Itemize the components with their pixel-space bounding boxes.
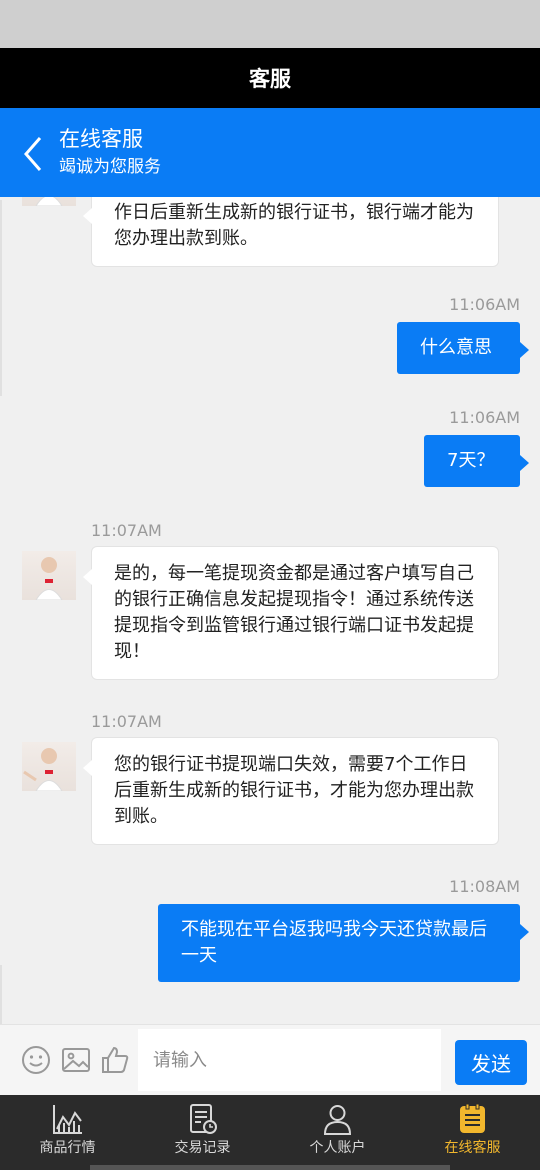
- thumbs-up-icon[interactable]: [99, 1044, 131, 1076]
- app-title: 客服: [249, 67, 291, 91]
- message-input-bar: 发送: [0, 1024, 540, 1095]
- message-text: 7天？: [447, 450, 495, 471]
- tab-label: 交易记录: [174, 1140, 231, 1156]
- message-list[interactable]: 作日后重新生成新的银行证书，银行端才能为您办理出款到账。 11:06AM 什么意…: [0, 197, 540, 1024]
- tab-market[interactable]: 商品行情: [0, 1095, 135, 1170]
- service-icon: [460, 1103, 485, 1133]
- agent-avatar: [22, 742, 76, 791]
- chat-title: 在线客服: [59, 127, 143, 151]
- status-bar: [0, 0, 540, 48]
- message-time: 11:08AM: [449, 877, 520, 896]
- record-icon: [190, 1104, 217, 1134]
- tab-account[interactable]: 个人账户: [270, 1095, 405, 1170]
- message-text: 不能现在平台返我吗我今天还贷款最后一天: [181, 919, 487, 966]
- user-message: 什么意思: [397, 322, 529, 374]
- agent-avatar: [22, 551, 76, 600]
- agent-message: 是的，每一笔提现资金都是通过客户填写自己的银行正确信息发起提现指令！通过系统传送…: [83, 546, 499, 680]
- message-text: 是的，每一笔提现资金都是通过客户填写自己的银行正确信息发起提现指令！通过系统传送…: [114, 563, 474, 662]
- message-time: 11:07AM: [91, 521, 162, 540]
- tab-label: 在线客服: [444, 1140, 501, 1156]
- bottom-tab-bar: 商品行情 交易记录 个人账户 在线客服: [0, 1095, 540, 1170]
- chat-subtitle: 竭诚为您服务: [59, 157, 161, 177]
- chart-icon: [53, 1105, 82, 1134]
- tab-label: 个人账户: [309, 1140, 366, 1156]
- message-text: 您的银行证书提现端口失效，需要7个工作日后重新生成新的银行证书，才能为您办理出款…: [114, 754, 474, 827]
- send-button[interactable]: 发送: [455, 1040, 527, 1085]
- user-message: 不能现在平台返我吗我今天还贷款最后一天: [158, 904, 529, 982]
- message-time: 11:06AM: [449, 408, 520, 427]
- home-indicator: [90, 1165, 450, 1170]
- image-icon[interactable]: [60, 1044, 92, 1076]
- message-input[interactable]: [138, 1029, 441, 1091]
- message-text: 作日后重新生成新的银行证书，银行端才能为您办理出款到账。: [114, 202, 474, 249]
- user-message: 7天？: [424, 435, 529, 487]
- tab-records[interactable]: 交易记录: [135, 1095, 270, 1170]
- chat-header: 在线客服 竭诚为您服务: [0, 108, 540, 197]
- tab-label: 商品行情: [39, 1140, 96, 1156]
- app-title-bar: 客服: [0, 48, 540, 108]
- message-time: 11:07AM: [91, 712, 162, 731]
- agent-message: 作日后重新生成新的银行证书，银行端才能为您办理出款到账。: [83, 197, 499, 267]
- message-time: 11:06AM: [449, 295, 520, 314]
- back-arrow-icon[interactable]: [20, 132, 50, 176]
- tab-service[interactable]: 在线客服: [405, 1095, 540, 1170]
- agent-avatar: [22, 197, 76, 206]
- person-icon: [323, 1105, 352, 1135]
- divider: [0, 965, 2, 1025]
- emoji-icon[interactable]: [20, 1044, 52, 1076]
- agent-message: 您的银行证书提现端口失效，需要7个工作日后重新生成新的银行证书，才能为您办理出款…: [83, 737, 499, 845]
- divider: [0, 200, 2, 396]
- message-text: 什么意思: [420, 337, 492, 358]
